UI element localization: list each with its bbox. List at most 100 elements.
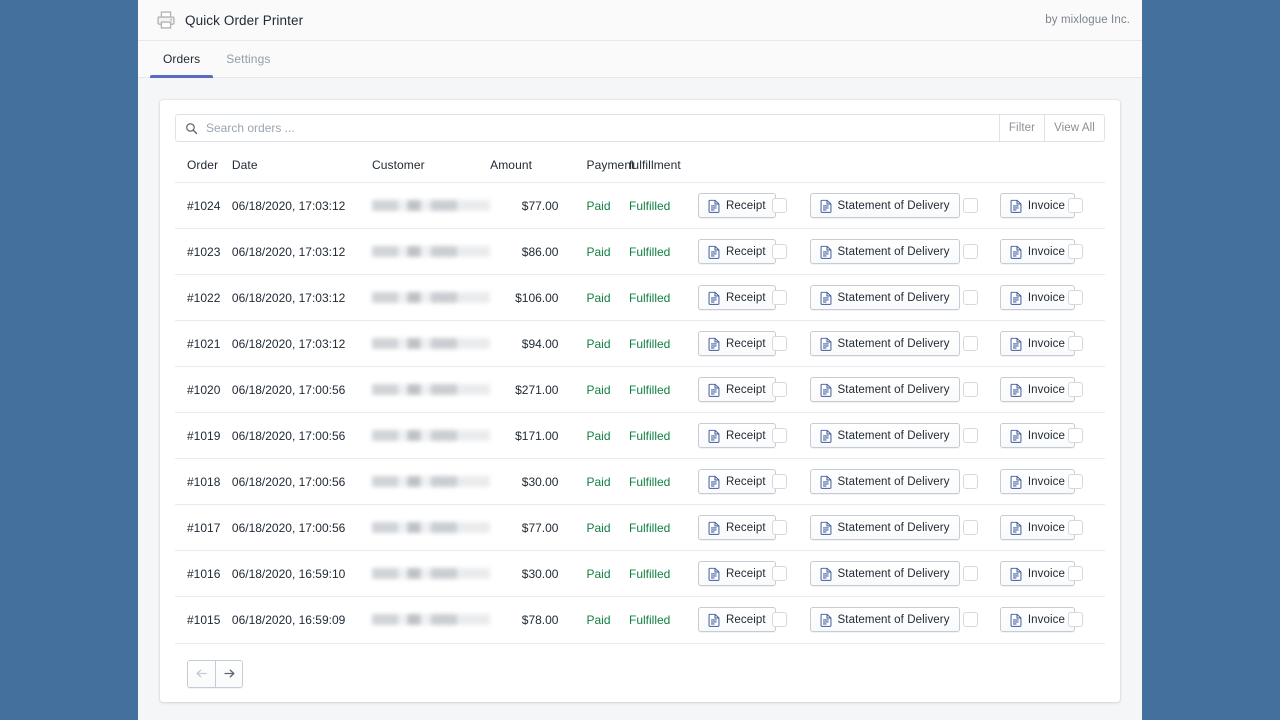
statement-of-delivery-button[interactable]: Statement of Delivery: [810, 377, 960, 402]
statement-of-delivery-checkbox[interactable]: [963, 198, 978, 213]
table-row: #102106/18/2020, 17:03:12$94.00PaidFulfi…: [175, 321, 1105, 367]
receipt-checkbox[interactable]: [772, 336, 787, 351]
invoice-button[interactable]: Invoice: [1000, 193, 1075, 218]
statement-of-delivery-button[interactable]: Statement of Delivery: [810, 607, 960, 632]
statement-of-delivery-checkbox[interactable]: [963, 382, 978, 397]
column-header-fulfillment: fulfillment: [617, 150, 698, 183]
statement-of-delivery-checkbox[interactable]: [963, 520, 978, 535]
document-icon: [820, 475, 832, 489]
statement-of-delivery-checkbox[interactable]: [963, 428, 978, 443]
invoice-button[interactable]: Invoice: [1000, 423, 1075, 448]
cell-payment: Paid: [564, 183, 617, 229]
statement-of-delivery-button[interactable]: Statement of Delivery: [810, 331, 960, 356]
statement-of-delivery-button-label: Statement of Delivery: [838, 200, 950, 212]
statement-of-delivery-button[interactable]: Statement of Delivery: [810, 423, 960, 448]
search-input[interactable]: [206, 121, 990, 135]
invoice-button[interactable]: Invoice: [1000, 331, 1075, 356]
receipt-button[interactable]: Receipt: [698, 331, 776, 356]
receipt-checkbox[interactable]: [772, 566, 787, 581]
cell-receipt-action: Receipt: [698, 413, 772, 459]
invoice-button[interactable]: Invoice: [1000, 469, 1075, 494]
statement-of-delivery-checkbox[interactable]: [963, 566, 978, 581]
receipt-checkbox[interactable]: [772, 520, 787, 535]
view-all-button[interactable]: View All: [1045, 114, 1105, 142]
invoice-checkbox[interactable]: [1068, 612, 1083, 627]
customer-name-blurred: [372, 338, 490, 349]
receipt-checkbox[interactable]: [772, 198, 787, 213]
receipt-checkbox[interactable]: [772, 428, 787, 443]
statement-of-delivery-button[interactable]: Statement of Delivery: [810, 469, 960, 494]
receipt-checkbox[interactable]: [772, 382, 787, 397]
statement-of-delivery-checkbox[interactable]: [963, 612, 978, 627]
cell-amount: $30.00: [490, 459, 564, 505]
invoice-button[interactable]: Invoice: [1000, 561, 1075, 586]
invoice-button-label: Invoice: [1028, 522, 1065, 534]
invoice-button[interactable]: Invoice: [1000, 285, 1075, 310]
tab-settings[interactable]: Settings: [213, 41, 283, 77]
document-icon: [1010, 199, 1022, 213]
statement-of-delivery-button[interactable]: Statement of Delivery: [810, 561, 960, 586]
orders-table-header-row: Order Date Customer Amount Payment fulfi…: [175, 150, 1105, 183]
receipt-button[interactable]: Receipt: [698, 423, 776, 448]
statement-of-delivery-button[interactable]: Statement of Delivery: [810, 193, 960, 218]
receipt-checkbox[interactable]: [772, 612, 787, 627]
cell-fulfillment: Fulfilled: [617, 367, 698, 413]
receipt-button[interactable]: Receipt: [698, 515, 776, 540]
receipt-checkbox[interactable]: [772, 290, 787, 305]
statement-of-delivery-button[interactable]: Statement of Delivery: [810, 239, 960, 264]
document-icon: [708, 199, 720, 213]
table-row: #101506/18/2020, 16:59:09$78.00PaidFulfi…: [175, 597, 1105, 643]
receipt-checkbox[interactable]: [772, 244, 787, 259]
receipt-button[interactable]: Receipt: [698, 607, 776, 632]
cell-receipt-check: [772, 551, 809, 597]
invoice-button-label: Invoice: [1028, 430, 1065, 442]
cell-receipt-action: Receipt: [698, 505, 772, 551]
invoice-button[interactable]: Invoice: [1000, 239, 1075, 264]
search-box[interactable]: [175, 114, 1000, 142]
cell-invoice-check: [1068, 229, 1105, 275]
invoice-checkbox[interactable]: [1068, 198, 1083, 213]
invoice-checkbox[interactable]: [1068, 382, 1083, 397]
cell-order: #1018: [175, 459, 232, 505]
statement-of-delivery-checkbox[interactable]: [963, 336, 978, 351]
pagination-next-button[interactable]: [215, 661, 242, 687]
table-row: #101906/18/2020, 17:00:56$171.00PaidFulf…: [175, 413, 1105, 459]
invoice-checkbox[interactable]: [1068, 520, 1083, 535]
invoice-checkbox[interactable]: [1068, 474, 1083, 489]
receipt-button[interactable]: Receipt: [698, 239, 776, 264]
cell-receipt-check: [772, 413, 809, 459]
column-header-payment: Payment: [564, 150, 617, 183]
cell-customer-redacted: [372, 551, 490, 597]
invoice-button[interactable]: Invoice: [1000, 515, 1075, 540]
invoice-checkbox[interactable]: [1068, 336, 1083, 351]
receipt-button[interactable]: Receipt: [698, 561, 776, 586]
pagination: [175, 643, 1105, 688]
invoice-button[interactable]: Invoice: [1000, 607, 1075, 632]
invoice-checkbox[interactable]: [1068, 428, 1083, 443]
cell-customer-redacted: [372, 183, 490, 229]
pagination-prev-button[interactable]: [188, 661, 215, 687]
receipt-checkbox[interactable]: [772, 474, 787, 489]
status-badge-payment: Paid: [586, 291, 610, 305]
receipt-button[interactable]: Receipt: [698, 377, 776, 402]
cell-receipt-action: Receipt: [698, 183, 772, 229]
receipt-button[interactable]: Receipt: [698, 469, 776, 494]
invoice-checkbox[interactable]: [1068, 244, 1083, 259]
receipt-button[interactable]: Receipt: [698, 285, 776, 310]
statement-of-delivery-button-label: Statement of Delivery: [838, 522, 950, 534]
tab-orders[interactable]: Orders: [150, 41, 213, 77]
statement-of-delivery-checkbox[interactable]: [963, 290, 978, 305]
statement-of-delivery-checkbox[interactable]: [963, 244, 978, 259]
cell-amount: $86.00: [490, 229, 564, 275]
receipt-button[interactable]: Receipt: [698, 193, 776, 218]
invoice-button[interactable]: Invoice: [1000, 377, 1075, 402]
document-icon: [708, 337, 720, 351]
invoice-checkbox[interactable]: [1068, 290, 1083, 305]
statement-of-delivery-button[interactable]: Statement of Delivery: [810, 515, 960, 540]
statement-of-delivery-button[interactable]: Statement of Delivery: [810, 285, 960, 310]
statement-of-delivery-checkbox[interactable]: [963, 474, 978, 489]
column-header-invoice: [1000, 150, 1068, 183]
filter-button[interactable]: Filter: [1000, 114, 1045, 142]
cell-customer-redacted: [372, 275, 490, 321]
invoice-checkbox[interactable]: [1068, 566, 1083, 581]
